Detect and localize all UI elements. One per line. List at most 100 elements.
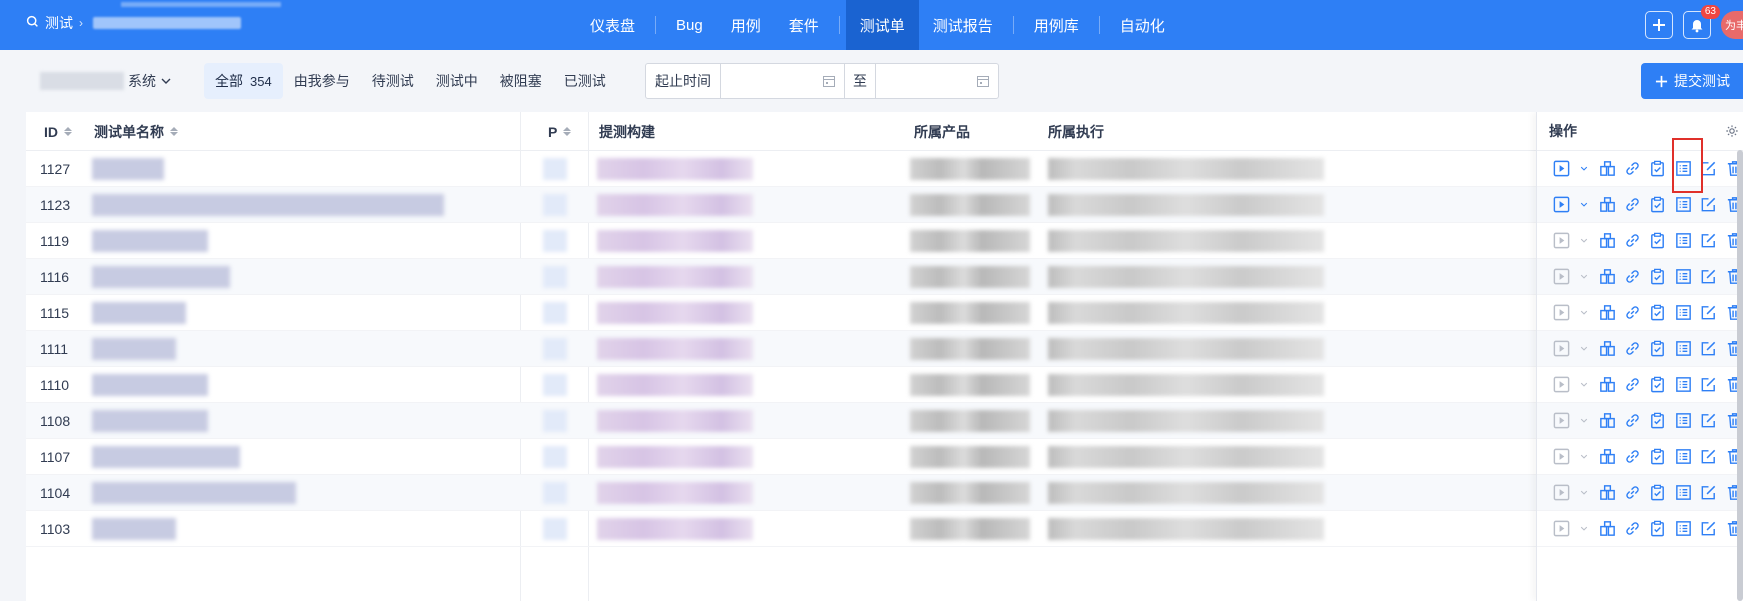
more-dropdown[interactable] xyxy=(1577,195,1591,215)
view-cases-button[interactable] xyxy=(1674,339,1693,359)
table-row[interactable]: 1115 xyxy=(26,295,1743,331)
tab-filter[interactable]: 测试中 xyxy=(425,63,489,99)
nav-item[interactable]: 仪表盘 xyxy=(576,0,649,50)
tab-filter[interactable]: 被阻塞 xyxy=(489,63,553,99)
execution-redacted[interactable] xyxy=(1048,194,1324,216)
run-button[interactable] xyxy=(1552,339,1571,359)
link-cases-button[interactable] xyxy=(1597,447,1616,467)
testtask-name-redacted[interactable] xyxy=(92,374,208,396)
more-dropdown[interactable] xyxy=(1577,231,1591,251)
more-dropdown[interactable] xyxy=(1577,447,1591,467)
build-redacted[interactable] xyxy=(597,266,753,288)
testtask-name-redacted[interactable] xyxy=(92,482,296,504)
view-cases-button[interactable] xyxy=(1674,195,1693,215)
more-dropdown[interactable] xyxy=(1577,303,1591,323)
link-button[interactable] xyxy=(1623,375,1642,395)
execution-redacted[interactable] xyxy=(1048,158,1324,180)
table-row[interactable]: 1104 xyxy=(26,475,1743,511)
run-button[interactable] xyxy=(1552,195,1571,215)
more-dropdown[interactable] xyxy=(1577,375,1591,395)
run-button[interactable] xyxy=(1552,375,1571,395)
testtask-name-redacted[interactable] xyxy=(92,410,208,432)
nav-item[interactable]: 用例 xyxy=(717,0,775,50)
view-cases-button[interactable] xyxy=(1674,483,1693,503)
nav-item[interactable]: 套件 xyxy=(775,0,833,50)
link-cases-button[interactable] xyxy=(1597,195,1616,215)
testtask-name-redacted[interactable] xyxy=(92,230,208,252)
edit-button[interactable] xyxy=(1699,303,1718,323)
view-cases-button[interactable] xyxy=(1674,411,1693,431)
view-cases-button[interactable] xyxy=(1674,267,1693,287)
edit-button[interactable] xyxy=(1699,483,1718,503)
run-button[interactable] xyxy=(1552,159,1571,179)
tab-filter[interactable]: 由我参与 xyxy=(283,63,361,99)
table-row[interactable]: 1127 xyxy=(26,151,1743,187)
edit-button[interactable] xyxy=(1699,411,1718,431)
more-dropdown[interactable] xyxy=(1577,159,1591,179)
avatar[interactable]: 为丰 xyxy=(1721,11,1743,39)
nav-item[interactable]: 测试报告 xyxy=(919,0,1007,50)
view-cases-button[interactable] xyxy=(1674,303,1693,323)
breadcrumb-module[interactable]: 测试 xyxy=(45,13,73,33)
execution-redacted[interactable] xyxy=(1048,374,1324,396)
link-cases-button[interactable] xyxy=(1597,519,1616,539)
create-button[interactable] xyxy=(1645,11,1673,39)
link-button[interactable] xyxy=(1623,195,1642,215)
tab-filter[interactable]: 待测试 xyxy=(361,63,425,99)
run-button[interactable] xyxy=(1552,267,1571,287)
report-button[interactable] xyxy=(1648,519,1667,539)
execution-redacted[interactable] xyxy=(1048,482,1324,504)
more-dropdown[interactable] xyxy=(1577,519,1591,539)
table-row[interactable]: 1116 xyxy=(26,259,1743,295)
execution-redacted[interactable] xyxy=(1048,266,1324,288)
execution-redacted[interactable] xyxy=(1048,518,1324,540)
run-button[interactable] xyxy=(1552,411,1571,431)
col-name-header[interactable]: 测试单名称 xyxy=(94,112,178,151)
link-button[interactable] xyxy=(1623,303,1642,323)
link-cases-button[interactable] xyxy=(1597,267,1616,287)
testtask-name-redacted[interactable] xyxy=(92,518,176,540)
nav-item[interactable]: 用例库 xyxy=(1020,0,1093,50)
edit-button[interactable] xyxy=(1699,519,1718,539)
build-redacted[interactable] xyxy=(597,518,753,540)
report-button[interactable] xyxy=(1648,447,1667,467)
more-dropdown[interactable] xyxy=(1577,339,1591,359)
link-cases-button[interactable] xyxy=(1597,375,1616,395)
table-row[interactable]: 1110 xyxy=(26,367,1743,403)
more-dropdown[interactable] xyxy=(1577,267,1591,287)
view-cases-button[interactable] xyxy=(1674,231,1693,251)
run-button[interactable] xyxy=(1552,483,1571,503)
view-cases-button[interactable] xyxy=(1674,447,1693,467)
execution-redacted[interactable] xyxy=(1048,410,1324,432)
link-cases-button[interactable] xyxy=(1597,231,1616,251)
gear-icon[interactable] xyxy=(1725,124,1739,141)
notification-button[interactable]: 63 xyxy=(1683,5,1720,39)
build-redacted[interactable] xyxy=(597,482,753,504)
table-row[interactable]: 1119 xyxy=(26,223,1743,259)
table-row[interactable]: 1107 xyxy=(26,439,1743,475)
edit-button[interactable] xyxy=(1699,375,1718,395)
run-button[interactable] xyxy=(1552,303,1571,323)
execution-redacted[interactable] xyxy=(1048,302,1324,324)
report-button[interactable] xyxy=(1648,483,1667,503)
nav-item[interactable]: Bug xyxy=(662,0,717,50)
table-row[interactable]: 1103 xyxy=(26,511,1743,547)
view-cases-button[interactable] xyxy=(1674,375,1693,395)
tab-filter[interactable]: 已测试 xyxy=(553,63,617,99)
link-cases-button[interactable] xyxy=(1597,411,1616,431)
run-button[interactable] xyxy=(1552,519,1571,539)
execution-redacted[interactable] xyxy=(1048,446,1324,468)
end-date-input[interactable] xyxy=(876,64,998,98)
report-button[interactable] xyxy=(1648,159,1667,179)
report-button[interactable] xyxy=(1648,411,1667,431)
search-icon[interactable] xyxy=(26,15,39,31)
breadcrumb-project-redacted[interactable] xyxy=(93,17,241,29)
report-button[interactable] xyxy=(1648,339,1667,359)
build-redacted[interactable] xyxy=(597,194,753,216)
link-button[interactable] xyxy=(1623,267,1642,287)
testtask-name-redacted[interactable] xyxy=(92,266,230,288)
build-redacted[interactable] xyxy=(597,338,753,360)
report-button[interactable] xyxy=(1648,375,1667,395)
execution-redacted[interactable] xyxy=(1048,230,1324,252)
link-cases-button[interactable] xyxy=(1597,339,1616,359)
